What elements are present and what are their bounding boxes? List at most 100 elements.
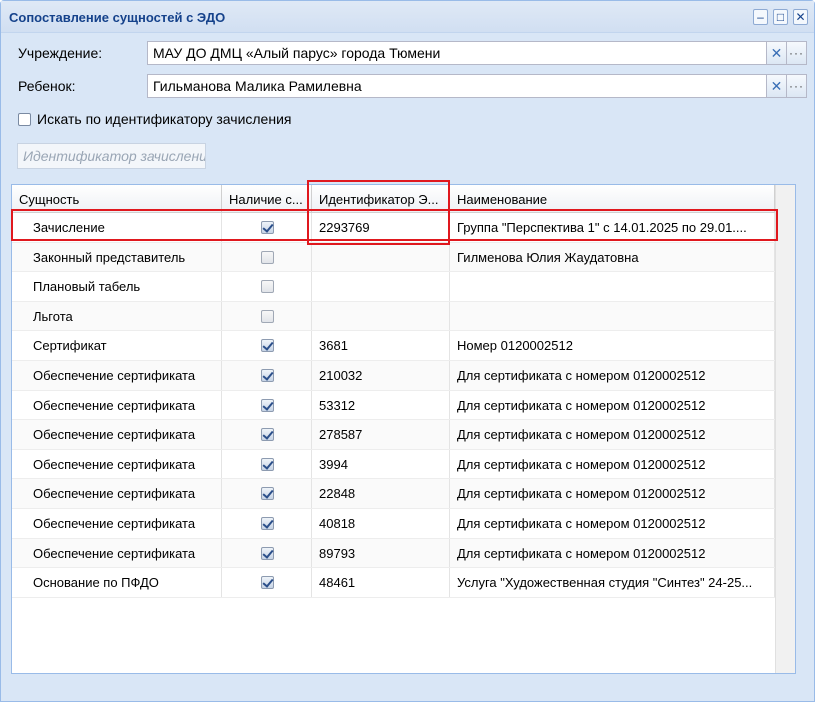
present-checkbox[interactable]	[260, 221, 274, 234]
entity-grid: Сущность Наличие с... Идентификатор Э...…	[11, 184, 796, 674]
title-bar[interactable]: Сопоставление сущностей с ЭДО – □ ✕	[1, 1, 814, 33]
present-cell	[222, 568, 312, 597]
edo-id-cell: 89793	[312, 538, 450, 568]
present-checkbox[interactable]	[260, 428, 274, 442]
column-header-present[interactable]: Наличие с...	[222, 185, 312, 213]
entity-cell: Обеспечение сертификата	[12, 390, 222, 420]
table-row[interactable]: Сертификат 3681 Номер 0120002512	[12, 331, 777, 361]
name-cell: Для сертификата с номером 0120002512	[450, 390, 775, 420]
child-label: Ребенок:	[18, 78, 76, 94]
child-field[interactable]: Гильманова Малика Рамилевна	[147, 74, 767, 98]
edo-id-cell: 53312	[312, 390, 450, 420]
edo-id-cell	[312, 272, 450, 301]
present-checkbox[interactable]	[260, 309, 274, 323]
table-row[interactable]: Основание по ПФДО 48461 Услуга "Художестве…	[12, 568, 777, 598]
name-cell: Группа "Перспектива 1" с 14.01.2025 по 2…	[450, 213, 775, 242]
entity-cell: Плановый табель	[12, 272, 222, 301]
present-cell	[222, 272, 312, 301]
entity-cell: Обеспечение сертификата	[12, 538, 222, 568]
present-cell	[222, 420, 312, 449]
dialog-window: Сопоставление сущностей с ЭДО – □ ✕ Учре…	[0, 0, 815, 702]
grid-body: Зачисление 2293769 Группа "Перспектива 1" …	[12, 213, 777, 598]
edo-id-cell: 210032	[312, 360, 450, 390]
table-row[interactable]: Обеспечение сертификата 89793 Для сертифик…	[12, 538, 777, 569]
window-title: Сопоставление сущностей с ЭДО	[9, 10, 226, 25]
institution-lookup-icon[interactable]: ···	[787, 41, 807, 65]
institution-label: Учреждение:	[18, 45, 103, 61]
grid-scrollbar[interactable]	[775, 185, 795, 673]
edo-id-cell: 48461	[312, 568, 450, 597]
entity-cell: Обеспечение сертификата	[12, 479, 222, 508]
present-checkbox[interactable]	[260, 457, 274, 471]
table-row[interactable]: Обеспечение сертификата 3994 Для сертифика…	[12, 449, 777, 480]
table-row[interactable]: Зачисление 2293769 Группа "Перспектива 1" …	[12, 213, 777, 243]
search-by-id-label: Искать по идентификатору зачисления	[37, 111, 292, 127]
column-header-name[interactable]: Наименование	[450, 185, 775, 213]
table-row[interactable]: Обеспечение сертификата 53312 Для сертифик…	[12, 390, 777, 421]
name-cell: Для сертификата с номером 0120002512	[450, 508, 775, 538]
table-row[interactable]: Обеспечение сертификата 22848 Для сертифик…	[12, 479, 777, 509]
present-cell	[222, 331, 312, 360]
present-cell	[222, 213, 312, 242]
name-cell: Для сертификата с номером 0120002512	[450, 449, 775, 479]
institution-field[interactable]: МАУ ДО ДМЦ «Алый парус» города Тюмени	[147, 41, 767, 65]
entity-cell: Льгота	[12, 301, 222, 331]
name-cell: Для сертификата с номером 0120002512	[450, 479, 775, 508]
present-checkbox[interactable]	[260, 250, 274, 264]
present-checkbox[interactable]	[260, 398, 274, 412]
table-row[interactable]: Обеспечение сертификата 278587 Для сертифи…	[12, 420, 777, 450]
entity-cell: Законный представитель	[12, 242, 222, 272]
entity-cell: Основание по ПФДО	[12, 568, 222, 597]
name-cell: Гилменова Юлия Жаудатовна	[450, 242, 775, 272]
entity-cell: Зачисление	[12, 213, 222, 242]
column-header-edo-id[interactable]: Идентификатор Э...	[312, 185, 450, 213]
table-row[interactable]: Обеспечение сертификата 40818 Для сертифик…	[12, 508, 777, 539]
present-checkbox[interactable]	[260, 368, 274, 382]
minimize-icon[interactable]: –	[753, 9, 768, 25]
name-cell: Для сертификата с номером 0120002512	[450, 360, 775, 390]
maximize-icon[interactable]: □	[773, 9, 788, 25]
edo-id-cell	[312, 301, 450, 331]
entity-cell: Обеспечение сертификата	[12, 420, 222, 449]
column-header-entity[interactable]: Сущность	[12, 185, 222, 213]
child-clear-icon[interactable]: ✕	[767, 74, 787, 98]
edo-id-cell: 2293769	[312, 213, 450, 242]
edo-id-cell: 3681	[312, 331, 450, 360]
present-cell	[222, 449, 312, 479]
table-row[interactable]: Законный представитель Гилменова Юлия Жау…	[12, 242, 777, 273]
present-cell	[222, 390, 312, 420]
present-checkbox[interactable]	[260, 516, 274, 530]
search-by-id-checkbox[interactable]	[18, 113, 31, 126]
name-cell	[450, 272, 775, 301]
present-checkbox[interactable]	[260, 546, 274, 560]
present-cell	[222, 360, 312, 390]
search-by-id-option[interactable]: Искать по идентификатору зачисления	[18, 111, 291, 127]
entity-cell: Обеспечение сертификата	[12, 508, 222, 538]
edo-id-cell: 278587	[312, 420, 450, 449]
table-row[interactable]: Льгота	[12, 301, 777, 332]
present-cell	[222, 242, 312, 272]
present-checkbox[interactable]	[260, 339, 274, 353]
present-cell	[222, 508, 312, 538]
edo-id-cell: 40818	[312, 508, 450, 538]
name-cell: Для сертификата с номером 0120002512	[450, 538, 775, 568]
edo-id-cell	[312, 242, 450, 272]
enrollment-id-field: Идентификатор зачислени	[17, 143, 206, 169]
present-checkbox[interactable]	[260, 576, 274, 590]
entity-cell: Сертификат	[12, 331, 222, 360]
name-cell	[450, 301, 775, 331]
grid-header: Сущность Наличие с... Идентификатор Э...…	[12, 185, 777, 213]
present-checkbox[interactable]	[260, 487, 274, 501]
entity-cell: Обеспечение сертификата	[12, 449, 222, 479]
close-icon[interactable]: ✕	[793, 9, 808, 25]
table-row[interactable]: Обеспечение сертификата 210032 Для сертифи…	[12, 360, 777, 391]
edo-id-cell: 3994	[312, 449, 450, 479]
present-cell	[222, 301, 312, 331]
entity-cell: Обеспечение сертификата	[12, 360, 222, 390]
table-row[interactable]: Плановый табель	[12, 272, 777, 302]
edo-id-cell: 22848	[312, 479, 450, 508]
name-cell: Для сертификата с номером 0120002512	[450, 420, 775, 449]
institution-clear-icon[interactable]: ✕	[767, 41, 787, 65]
child-lookup-icon[interactable]: ···	[787, 74, 807, 98]
present-checkbox[interactable]	[260, 280, 274, 294]
